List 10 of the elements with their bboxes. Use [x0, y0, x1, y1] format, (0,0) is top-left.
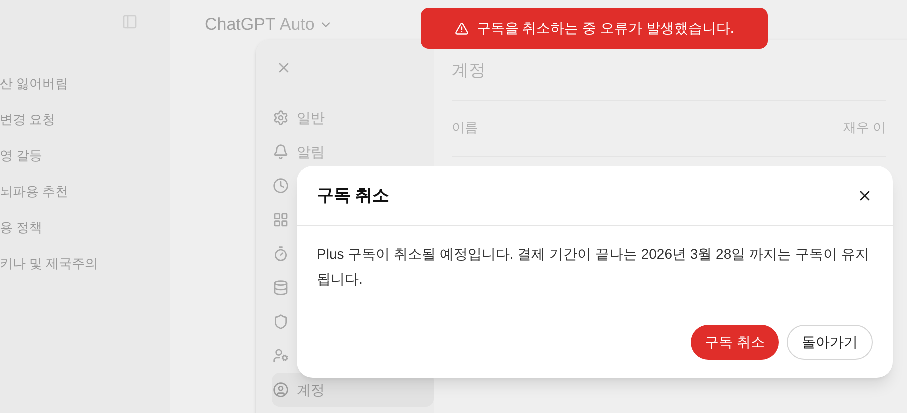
row-value: 재우 이 [843, 119, 886, 138]
nav-label: 계정 [297, 380, 325, 400]
app-title: ChatGPT [205, 14, 276, 36]
nav-label: 일반 [297, 108, 325, 128]
dialog-title: 구독 취소 [317, 184, 390, 207]
nav-label: 알림 [297, 142, 325, 162]
dialog-message: Plus 구독이 취소될 예정입니다. 결제 기간이 끝나는 2026년 3월 28일 까지는 구독이 유지됩니다. [317, 245, 870, 289]
toast-message: 구독을 취소하는 중 오류가 발생했습니다. [476, 19, 734, 38]
settings-title: 계정 [452, 58, 886, 100]
row-label: 이름 [452, 119, 478, 138]
